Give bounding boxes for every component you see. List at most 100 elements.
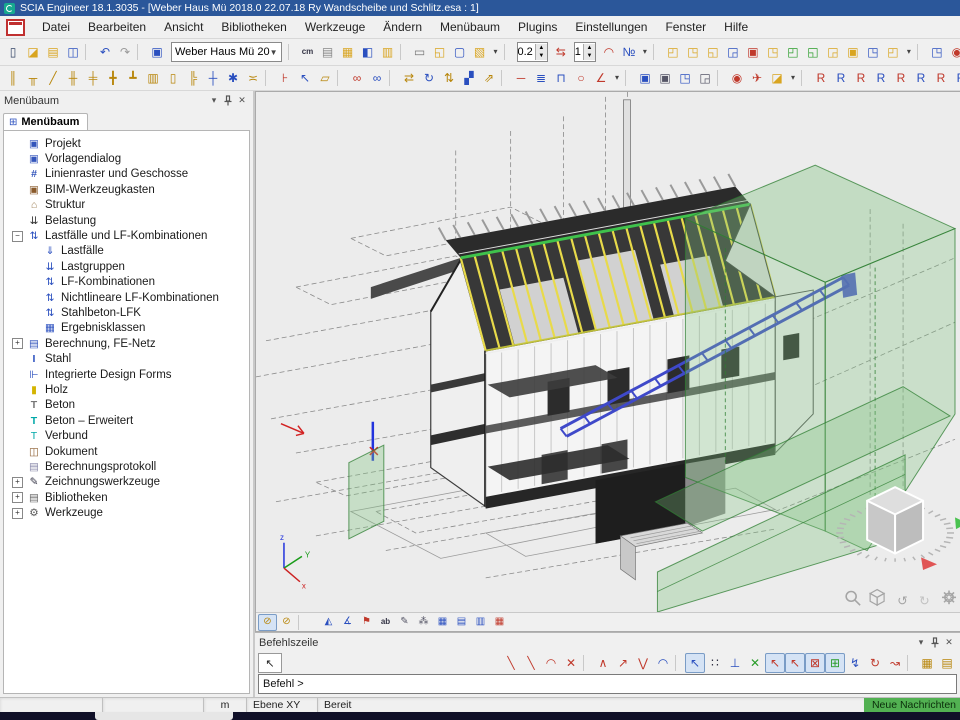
- flag-marks-icon[interactable]: ⚑: [357, 614, 376, 631]
- mirror-tool-icon[interactable]: ⇅: [439, 68, 459, 88]
- new-column-icon[interactable]: ║: [3, 68, 23, 88]
- view-caret-icon[interactable]: ▾: [787, 68, 799, 88]
- window-layout-icon-6[interactable]: ◳: [763, 42, 783, 62]
- snap-parallel-icon[interactable]: ╲: [521, 653, 541, 673]
- track-mode-icon[interactable]: ▤: [937, 653, 957, 673]
- print-preview-icon[interactable]: ◱: [430, 42, 450, 62]
- panel-pin-icon[interactable]: [221, 94, 235, 108]
- window-layout-icon-10[interactable]: ▣: [843, 42, 863, 62]
- project-browser-icon[interactable]: ▣: [147, 42, 167, 62]
- save-all-icon[interactable]: ▤: [43, 42, 63, 62]
- picture-gallery-icon[interactable]: ▧: [470, 42, 490, 62]
- array-tool-icon[interactable]: ▞: [459, 68, 479, 88]
- status-plane[interactable]: Ebene XY: [247, 698, 318, 712]
- copy-link-a-icon[interactable]: ∞: [347, 68, 367, 88]
- snap-arc-icon[interactable]: ◠: [541, 653, 561, 673]
- clip-box-icon[interactable]: ⊘: [258, 614, 277, 631]
- snap-tangent-icon[interactable]: ◠: [653, 653, 673, 673]
- window-caret-icon[interactable]: ▾: [903, 42, 915, 62]
- line-grid-icon[interactable]: ⊥: [725, 653, 745, 673]
- panel-collapse-icon[interactable]: ▾: [207, 94, 221, 108]
- draw-rect-icon[interactable]: ⊓: [551, 68, 571, 88]
- snap-rotate-icon[interactable]: ↻: [865, 653, 885, 673]
- axonometric-view-icon[interactable]: ◭: [319, 614, 338, 631]
- snap-off-icon[interactable]: ✕: [561, 653, 581, 673]
- select-tool-icon[interactable]: ↖: [295, 68, 315, 88]
- paste-window-icon[interactable]: ▣: [655, 68, 675, 88]
- snap-ortho-icon[interactable]: ⊠: [805, 653, 825, 673]
- export-view-icon[interactable]: ◳: [675, 68, 695, 88]
- panel-close-icon[interactable]: ✕: [235, 94, 249, 108]
- open-view-icon[interactable]: ◪: [767, 68, 787, 88]
- cursor-snap-icon[interactable]: ↖: [685, 653, 705, 673]
- tree-item-lastfaelle-lf-kombinationen[interactable]: − ⇅ Lastfälle und LF-Kombinationen: [4, 228, 249, 243]
- volumes-icon[interactable]: ▦: [433, 614, 452, 631]
- new-rafter-icon[interactable]: ╱: [43, 68, 63, 88]
- gallery-caret-icon[interactable]: ▾: [490, 42, 502, 62]
- units-mm-cm-icon[interactable]: cm: [298, 42, 318, 62]
- results-grid-icon[interactable]: ▤: [452, 614, 471, 631]
- activity-icon[interactable]: ◧: [358, 42, 378, 62]
- tree-item-holz[interactable]: ▮ Holz: [4, 382, 249, 397]
- panel-close-icon[interactable]: ✕: [942, 636, 956, 650]
- catalog-block-icon[interactable]: ┼: [203, 68, 223, 88]
- snap-points-icon[interactable]: ✕: [745, 653, 765, 673]
- command-input[interactable]: [258, 674, 957, 694]
- snap-midpoint-icon[interactable]: ⋁: [633, 653, 653, 673]
- snap-arc-center-icon[interactable]: ↯: [845, 653, 865, 673]
- tree-item-stahl[interactable]: I Stahl: [4, 351, 249, 366]
- beam-support-icon[interactable]: R: [931, 68, 951, 88]
- clip-plane-icon[interactable]: ⊘: [277, 614, 296, 631]
- project-combo[interactable]: Weber Haus Mü 20 ▼: [171, 42, 282, 62]
- tree-item-beton-erweitert[interactable]: T Beton – Erweitert: [4, 413, 249, 428]
- tree-item-beton[interactable]: T Beton: [4, 398, 249, 413]
- menu-werkzeuge[interactable]: Werkzeuge: [296, 18, 374, 36]
- draw-dimension-icon[interactable]: ≣: [531, 68, 551, 88]
- tree-expander-icon[interactable]: +: [12, 338, 23, 349]
- numbering-caret-icon[interactable]: ▾: [639, 42, 651, 62]
- tree-item-ergebnisklassen[interactable]: ▦ Ergebnisklassen: [4, 321, 249, 336]
- tree-item-stahlbeton-lfk[interactable]: ⇅ Stahlbeton-LFK: [4, 305, 249, 320]
- panel-pin-icon[interactable]: [928, 636, 942, 650]
- wireframe-icon[interactable]: ⁂: [414, 614, 433, 631]
- new-purlin-icon[interactable]: ╫: [63, 68, 83, 88]
- cursor-mode-button[interactable]: ↖: [258, 653, 282, 673]
- find-entity-icon[interactable]: ◉: [947, 42, 960, 62]
- tree-item-lf-kombinationen[interactable]: ⇅ LF-Kombinationen: [4, 275, 249, 290]
- tree-expander-icon[interactable]: +: [12, 477, 23, 488]
- tree-item-verbund[interactable]: T Verbund: [4, 428, 249, 443]
- surface-load-icon[interactable]: R: [851, 68, 871, 88]
- polygon-tool-icon[interactable]: ▱: [315, 68, 335, 88]
- new-file-icon[interactable]: ▯: [3, 42, 23, 62]
- temperature-load-icon[interactable]: R: [891, 68, 911, 88]
- layers-icon[interactable]: ▤: [318, 42, 338, 62]
- connect-members-icon[interactable]: ⊦: [275, 68, 295, 88]
- window-layout-icon-3[interactable]: ◱: [703, 42, 723, 62]
- scale-loads-icon[interactable]: ⇆: [551, 42, 571, 62]
- calculator-icon[interactable]: ▦: [338, 42, 358, 62]
- snap-line-icon[interactable]: ╲: [501, 653, 521, 673]
- new-cross-link-icon[interactable]: ╋: [103, 68, 123, 88]
- window-layout-icon-2[interactable]: ◳: [683, 42, 703, 62]
- draw-caret-icon[interactable]: ▾: [611, 68, 623, 88]
- menu-fenster[interactable]: Fenster: [656, 18, 715, 36]
- document-icon[interactable]: ▢: [450, 42, 470, 62]
- spinner-down-icon[interactable]: ▼: [584, 52, 595, 60]
- window-layout-icon-9[interactable]: ◲: [823, 42, 843, 62]
- tree-item-bim-werkzeugkasten[interactable]: ▣ BIM-Werkzeugkasten: [4, 182, 249, 197]
- new-plate-icon[interactable]: ▥: [143, 68, 163, 88]
- view-direction-icon[interactable]: ∡: [338, 614, 357, 631]
- factor-spinner[interactable]: 1 ▲▼: [574, 42, 596, 62]
- window-layout-icon-11[interactable]: ◳: [863, 42, 883, 62]
- deformation-scale-icon[interactable]: ◠: [599, 42, 619, 62]
- move-tool-icon[interactable]: ⇄: [399, 68, 419, 88]
- menu-plugins[interactable]: Plugins: [509, 18, 566, 36]
- paste-properties-icon[interactable]: ▥: [378, 42, 398, 62]
- wall-support-icon[interactable]: R: [951, 68, 960, 88]
- dot-grid-icon[interactable]: ∷: [705, 653, 725, 673]
- new-haunch-icon[interactable]: ╪: [83, 68, 103, 88]
- spinner-down-icon[interactable]: ▼: [536, 52, 547, 60]
- tree-item-belastung[interactable]: ⇊ Belastung: [4, 213, 249, 228]
- tree-item-vorlagendialog[interactable]: ▣ Vorlagendialog: [4, 151, 249, 166]
- free-load-icon[interactable]: R: [871, 68, 891, 88]
